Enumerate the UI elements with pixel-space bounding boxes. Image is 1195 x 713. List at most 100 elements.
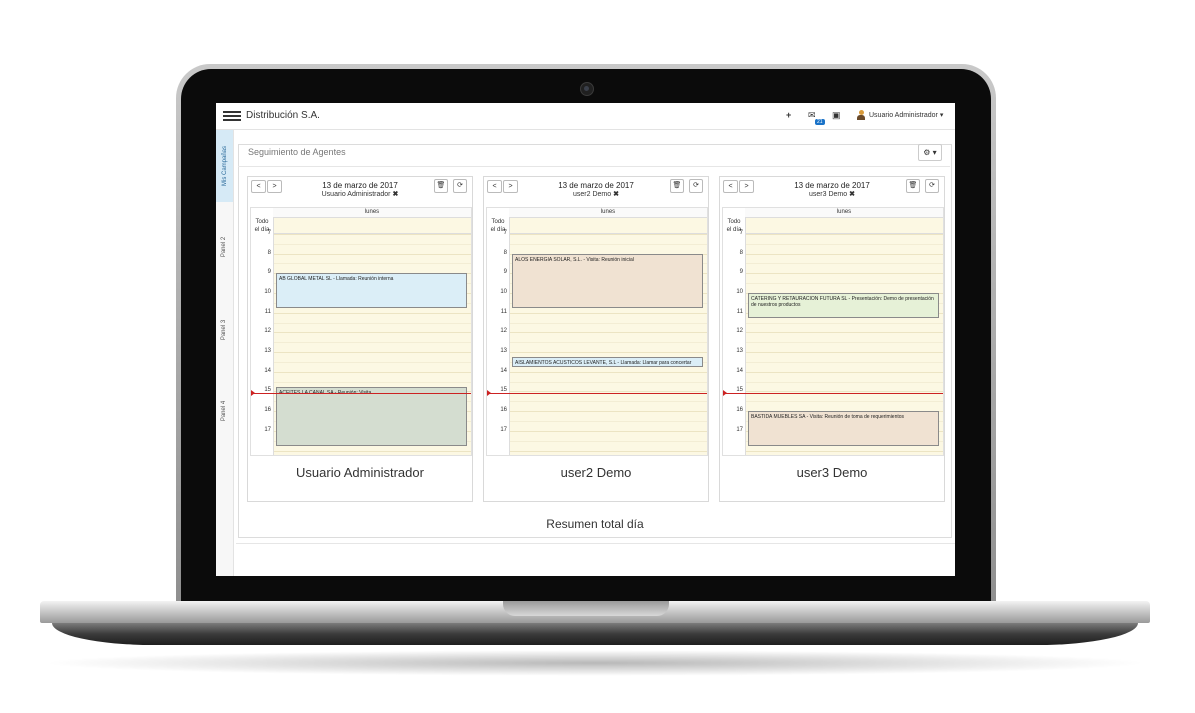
- hour-label: 9: [739, 269, 743, 276]
- calendar-date: 13 de marzo de 2017: [558, 181, 634, 190]
- grid-line: [274, 352, 471, 354]
- calendar-icon[interactable]: ▣: [832, 110, 841, 121]
- calendar-event[interactable]: AB GLOBAL METAL SL - Llamada: Reunión in…: [276, 273, 467, 308]
- grid-line: [510, 421, 707, 422]
- prev-day-button[interactable]: <: [487, 180, 502, 193]
- calendar-date: 13 de marzo de 2017: [322, 181, 398, 190]
- grid-line: [510, 243, 707, 245]
- sidebar-tab-panel-3[interactable]: Panel 3: [216, 292, 233, 368]
- avatar[interactable]: [857, 110, 865, 120]
- calendar-body[interactable]: AB GLOBAL METAL SL - Llamada: Reunión in…: [274, 218, 471, 455]
- calendar-user: user3 Demo ✖: [808, 191, 855, 198]
- brand-title[interactable]: Distribución S.A.: [246, 110, 320, 121]
- trash-button[interactable]: 🗑: [906, 179, 920, 193]
- grid-line: [274, 342, 471, 344]
- current-time-arrow-icon: [251, 390, 255, 397]
- calendar-event[interactable]: ACEITES LA CANAL SA - Reunión: Visita: [276, 386, 467, 446]
- hour-label: 13: [264, 348, 271, 355]
- sidebar-tab-mis-campanas[interactable]: Mis Campañas: [216, 130, 233, 202]
- day-calendar: lunes Todo el día ALOS ENERGIA SOLAR, S.L. …: [486, 207, 708, 456]
- calendar-event[interactable]: CATERING Y RETAURACION FUTURA SL - Prese…: [748, 292, 939, 318]
- agent-calendar: < >13 de marzo de 2017 Usuario Administrad…: [247, 176, 473, 502]
- agent-name: Usuario Administrador: [296, 465, 424, 480]
- calendar-body[interactable]: CATERING Y RETAURACION FUTURA SL - Prese…: [746, 218, 943, 455]
- hour-label: 13: [736, 348, 743, 355]
- current-time-line: [487, 393, 707, 395]
- menu-icon[interactable]: [223, 111, 241, 121]
- grid-line: [510, 322, 707, 324]
- refresh-button[interactable]: ⟳: [453, 179, 467, 193]
- current-time-arrow-icon: [723, 390, 727, 397]
- grid-line: [746, 401, 943, 403]
- current-time-arrow-icon: [487, 390, 491, 397]
- divider: [238, 166, 950, 167]
- grid-line: [510, 342, 707, 344]
- grid-line: [746, 283, 943, 285]
- calendar-user: user2 Demo ✖: [572, 191, 619, 198]
- grid-line: [746, 273, 943, 275]
- calendar-event[interactable]: BASTIDA MUEBLES SA - Visita: Reunión de …: [748, 411, 939, 446]
- refresh-button[interactable]: ⟳: [925, 179, 939, 193]
- grid-line: [510, 332, 707, 334]
- sidebar-tab-panel-4[interactable]: Panel 4: [216, 368, 233, 454]
- laptop-notch: [503, 601, 669, 616]
- sidebar: Mis Campañas Panel 2 Panel 3 Panel 4: [216, 130, 234, 576]
- calendar-date: 13 de marzo de 2017: [794, 181, 870, 190]
- grid-line: [746, 233, 943, 235]
- close-icon[interactable]: ✖: [613, 191, 619, 198]
- grid-line: [274, 450, 471, 452]
- agent-name: user2 Demo: [560, 465, 632, 480]
- grid-line: [274, 361, 471, 363]
- close-icon[interactable]: ✖: [393, 191, 399, 198]
- calendar-event[interactable]: ALOS ENERGIA SOLAR, S.L. - Visita: Reuni…: [512, 253, 703, 308]
- add-icon[interactable]: +: [786, 110, 791, 120]
- hour-label: 8: [267, 249, 271, 256]
- grid-line: [274, 332, 471, 334]
- prev-day-button[interactable]: <: [723, 180, 738, 193]
- screen: Distribución S.A. + ✉ 21 ▣ Usuario Admin…: [216, 103, 955, 576]
- user-name: Usuario Administrador: [869, 112, 938, 119]
- user-menu[interactable]: Usuario Administrador ▾: [869, 111, 943, 119]
- grid-line: [746, 391, 943, 393]
- grid-line: [746, 361, 943, 363]
- grid-line: [746, 450, 943, 452]
- hour-label: 11: [500, 308, 507, 315]
- hour-label: 7: [739, 229, 743, 236]
- next-day-button[interactable]: >: [267, 180, 282, 193]
- hour-label: 12: [500, 328, 507, 335]
- hour-label: 9: [267, 269, 271, 276]
- hour-label: 12: [264, 328, 271, 335]
- hour-label: 14: [264, 367, 271, 374]
- hour-label: 10: [500, 288, 507, 295]
- chevron-down-icon: ▾: [939, 112, 944, 119]
- hour-label: 10: [264, 288, 271, 295]
- trash-button[interactable]: 🗑: [670, 179, 684, 193]
- trash-button[interactable]: 🗑: [434, 179, 448, 193]
- grid-line: [274, 253, 471, 255]
- settings-button[interactable]: ⚙ ▾: [918, 144, 942, 161]
- hour-label: 14: [736, 367, 743, 374]
- grid-line: [746, 243, 943, 245]
- grid-line: [746, 263, 943, 265]
- webcam-icon: [580, 82, 594, 96]
- prev-day-button[interactable]: <: [251, 180, 266, 193]
- panel-title: Seguimiento de Agentes: [248, 147, 346, 157]
- close-icon[interactable]: ✖: [849, 191, 855, 198]
- hour-label: 16: [736, 407, 743, 414]
- calendar-user: Usuario Administrador ✖: [321, 191, 399, 198]
- laptop-base-edge: [52, 623, 1138, 645]
- refresh-button[interactable]: ⟳: [689, 179, 703, 193]
- sidebar-tab-panel-2[interactable]: Panel 2: [216, 202, 233, 292]
- next-day-button[interactable]: >: [503, 180, 518, 193]
- grid-line: [274, 233, 471, 235]
- hour-label: 8: [503, 249, 507, 256]
- calendar-body[interactable]: ALOS ENERGIA SOLAR, S.L. - Visita: Reuni…: [510, 218, 707, 455]
- next-day-button[interactable]: >: [739, 180, 754, 193]
- grid-line: [746, 253, 943, 255]
- grid-line: [510, 401, 707, 403]
- grid-line: [510, 411, 707, 413]
- hour-label: 17: [264, 426, 271, 433]
- grid-line: [510, 233, 707, 235]
- laptop-shadow: [40, 650, 1150, 676]
- calendar-event[interactable]: AISLAMIENTOS ACUSTICOS LEVANTE, S.L - Ll…: [512, 356, 703, 367]
